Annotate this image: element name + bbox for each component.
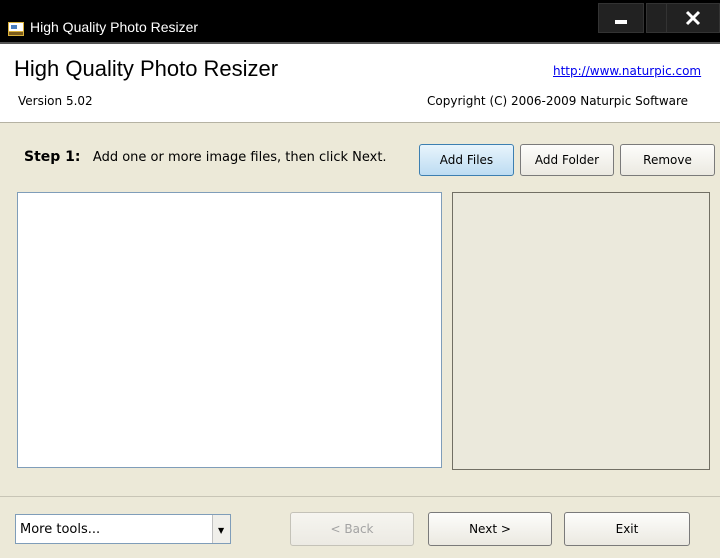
step-instruction: Step 1: Add one or more image files, the… [24, 149, 387, 165]
close-icon [685, 10, 701, 26]
chevron-down-icon: ▼ [218, 526, 225, 535]
image-preview [452, 192, 710, 470]
app-title: High Quality Photo Resizer [14, 56, 279, 81]
title-bar[interactable]: High Quality Photo Resizer [0, 0, 720, 44]
add-files-button[interactable]: Add Files [419, 144, 514, 176]
file-list[interactable] [17, 192, 442, 468]
step-text: Add one or more image files, then click … [92, 150, 387, 165]
more-tools-value: More tools... [20, 522, 101, 537]
website-link[interactable]: http://www.naturpic.com [553, 64, 701, 78]
footer-divider [0, 496, 720, 497]
minimize-icon [615, 20, 627, 24]
exit-button[interactable]: Exit [564, 512, 690, 546]
remove-button[interactable]: Remove [620, 144, 715, 176]
more-tools-select[interactable]: More tools... ▼ [15, 514, 231, 544]
back-button[interactable]: < Back [290, 512, 414, 546]
minimize-button[interactable] [598, 3, 644, 33]
step-label: Step 1: [24, 149, 81, 165]
dropdown-button[interactable]: ▼ [212, 515, 230, 543]
version-label: Version 5.02 [18, 94, 93, 108]
next-button[interactable]: Next > [428, 512, 552, 546]
app-header: High Quality Photo Resizer Version 5.02 … [0, 44, 720, 123]
add-folder-button[interactable]: Add Folder [520, 144, 614, 176]
window-title: High Quality Photo Resizer [30, 19, 199, 35]
maximize-button[interactable] [646, 3, 666, 33]
app-icon [8, 22, 24, 36]
copyright-label: Copyright (C) 2006-2009 Naturpic Softwar… [427, 94, 689, 108]
close-button[interactable] [666, 3, 720, 33]
